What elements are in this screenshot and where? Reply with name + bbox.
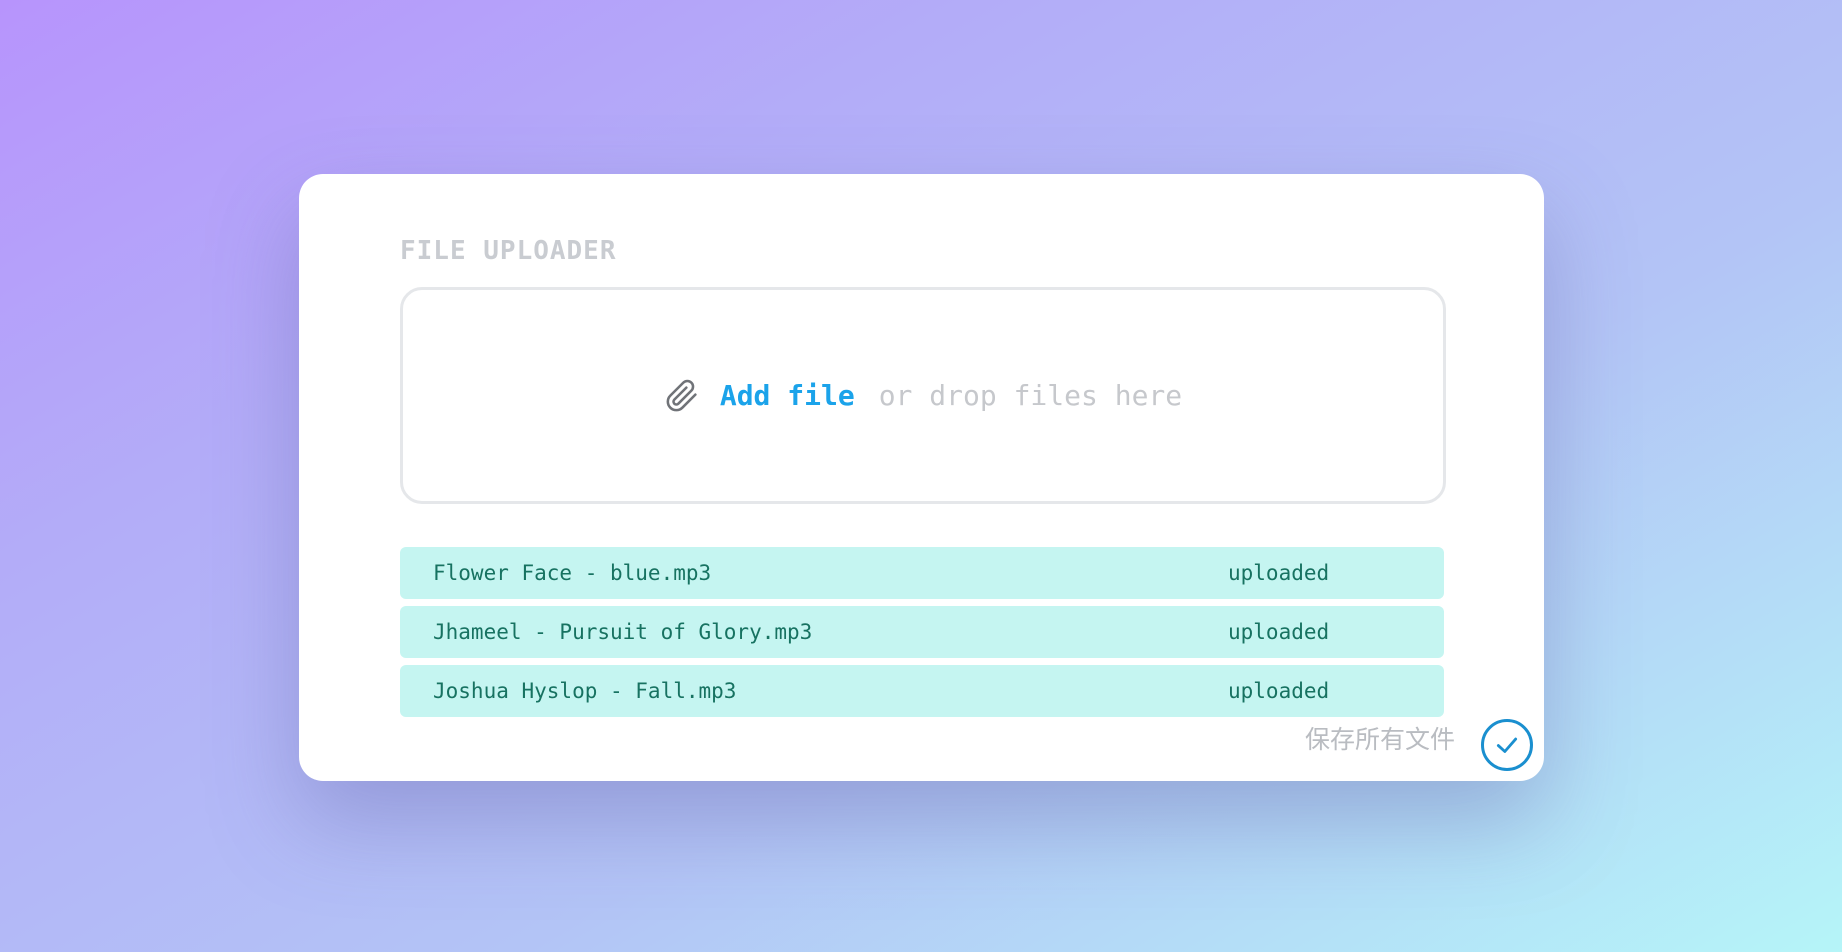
check-icon [1494,732,1520,758]
file-uploader-card: FILE UPLOADER Add file or drop files her… [299,174,1544,781]
file-status: uploaded [1228,679,1330,703]
drop-files-hint: or drop files here [878,379,1183,412]
drop-zone-content: Add file or drop files here [664,378,1182,414]
file-list-item: Flower Face - blue.mp3 uploaded [400,547,1444,599]
file-list-item: Joshua Hyslop - Fall.mp3 uploaded [400,665,1444,717]
file-list-item: Jhameel - Pursuit of Glory.mp3 uploaded [400,606,1444,658]
add-file-link[interactable]: Add file [720,379,855,412]
paperclip-icon [664,378,700,414]
file-name: Joshua Hyslop - Fall.mp3 [433,679,737,703]
file-drop-zone[interactable]: Add file or drop files here [400,287,1446,504]
file-status: uploaded [1228,620,1330,644]
save-all-label: 保存所有文件 [1305,725,1456,754]
file-name: Flower Face - blue.mp3 [433,561,712,585]
file-list: Flower Face - blue.mp3 uploaded Jhameel … [400,547,1444,724]
file-status: uploaded [1228,561,1330,585]
uploader-title: FILE UPLOADER [400,236,617,266]
save-all-button[interactable] [1481,719,1533,771]
file-name: Jhameel - Pursuit of Glory.mp3 [433,620,813,644]
